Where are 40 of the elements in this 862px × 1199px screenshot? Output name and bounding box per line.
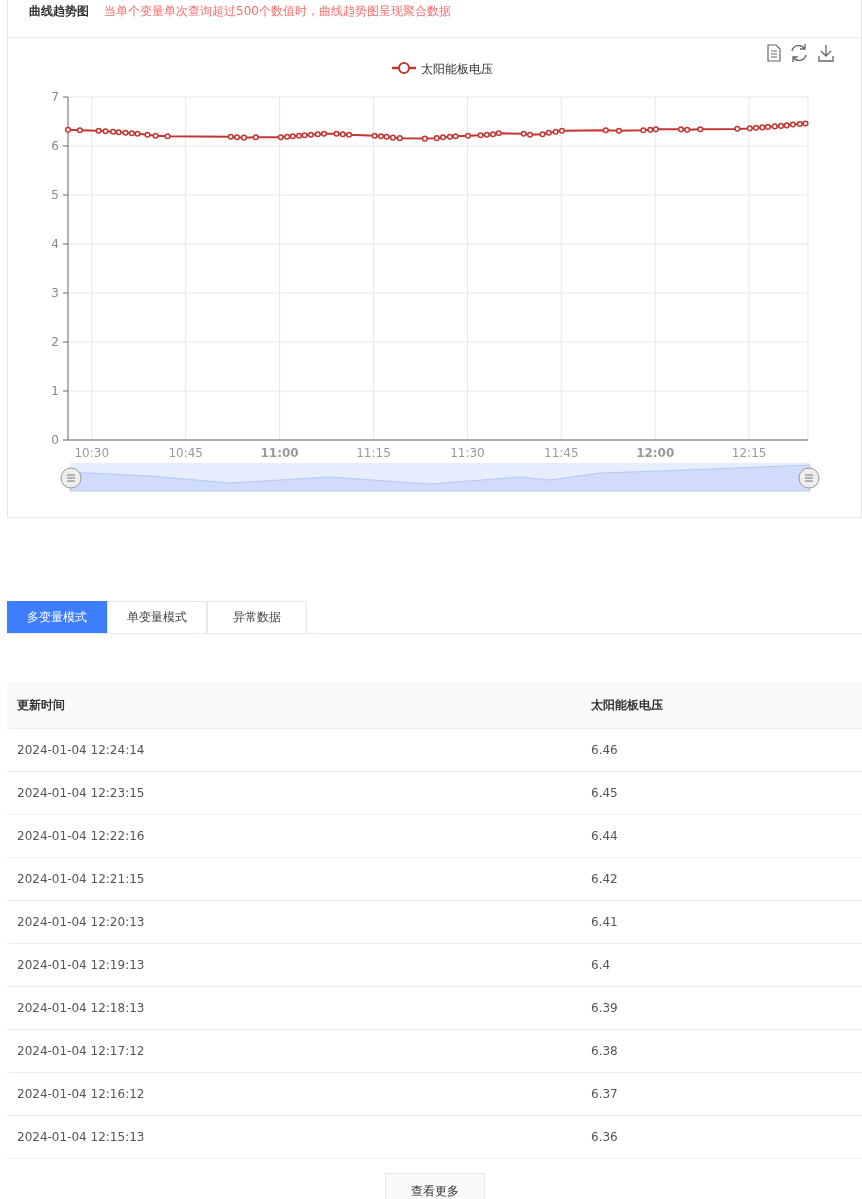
table-cell-text: 2024-01-04 12:15:13 [17,1130,146,1144]
table-cell-text: 2024-01-04 12:21:15 [17,872,146,886]
table-cell-text: 2024-01-04 12:16:12 [17,1087,146,1101]
y-tick-label: 7 [51,90,59,104]
x-tick-label: 11:45 [544,446,579,460]
table-cell-text: 2024-01-04 12:23:15 [17,786,146,800]
y-tick-label: 2 [51,335,59,349]
x-tick-label: 12:15 [731,446,767,460]
table-cell-text: 6.46 [591,743,619,757]
table-cell-text: 2024-01-04 12:18:13 [17,1001,146,1015]
y-tick-label: 0 [51,433,59,447]
y-tick-label: 1 [51,384,59,398]
y-tick-label: 3 [51,286,59,300]
y-tick-label: 5 [51,188,59,202]
table-cell-text: 2024-01-04 12:19:13 [17,958,146,972]
table-cell-text: 6.37 [591,1087,619,1101]
x-tick-label: 10:45 [168,446,203,460]
y-tick-label: 4 [51,237,59,251]
x-tick-label: 11:15 [356,446,391,460]
x-tick-label: 11:00 [260,446,299,460]
notice-text: 当单个变量单次查询超过500个数值时，曲线趋势图呈现聚合数据 [104,3,451,20]
y-tick-label: 6 [51,139,59,153]
x-tick-label: 12:00 [636,446,675,460]
table-cell-text: 2024-01-04 12:17:12 [17,1044,146,1058]
table-cell-text: 6.36 [591,1130,619,1144]
table-cell-text: 6.39 [591,1001,619,1015]
x-tick-label: 10:30 [74,446,110,460]
column-header: 更新时间 [17,696,66,714]
table-cell-text: 6.4 [591,958,612,972]
table-cell-text: 2024-01-04 12:24:14 [17,743,146,757]
table-cell-text: 6.44 [591,829,619,843]
table-cell-text: 2024-01-04 12:20:13 [17,915,146,929]
panel-title: 曲线趋势图 [29,3,89,20]
table-cell-text: 6.38 [591,1044,619,1058]
table-cell-text: 6.41 [591,915,619,929]
x-tick-label: 11:30 [450,446,485,460]
table-cell-text: 6.42 [591,872,619,886]
table-cell-text: 2024-01-04 12:22:16 [17,829,146,843]
table-cell-text: 6.45 [591,786,619,800]
column-header: 太阳能板电压 [591,696,664,714]
